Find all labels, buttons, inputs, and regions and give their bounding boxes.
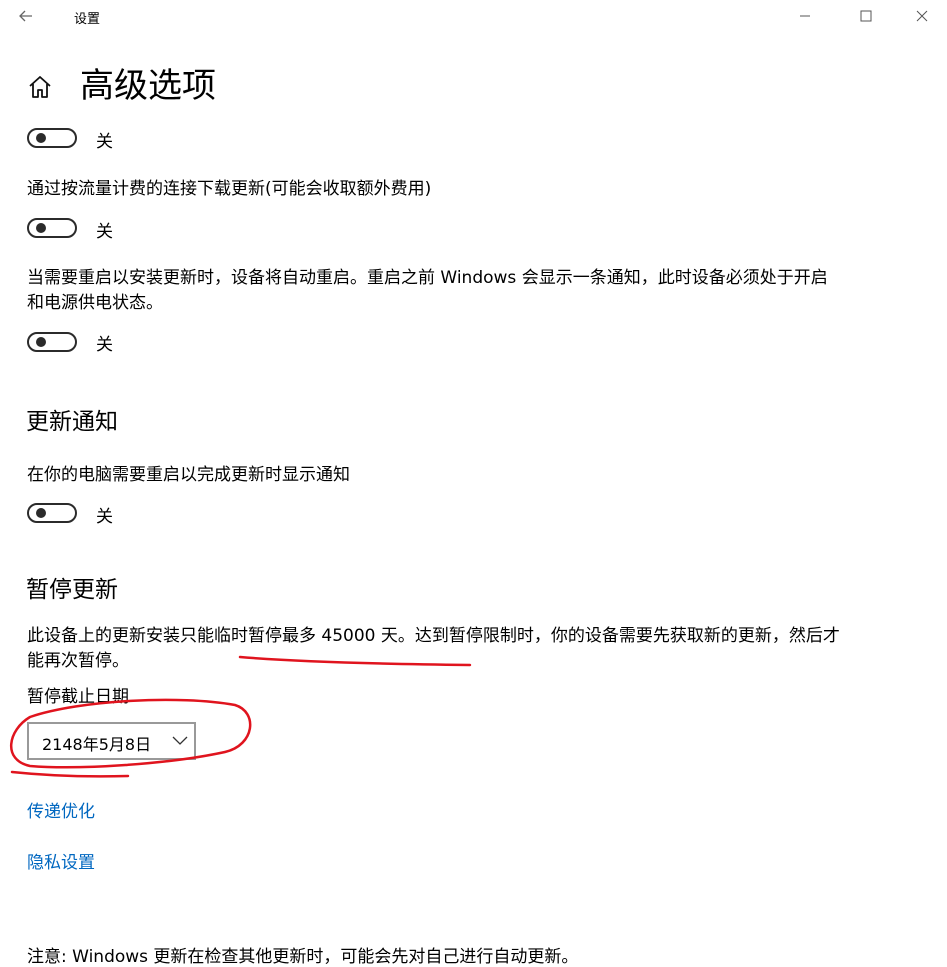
chevron-down-icon xyxy=(172,736,188,745)
pause-updates-description-line2: 能再次暂停。 xyxy=(27,651,129,671)
maximize-button[interactable] xyxy=(851,4,881,28)
toggle-state-label: 关 xyxy=(96,335,113,355)
pause-updates-heading: 暂停更新 xyxy=(26,577,118,603)
toggle-state-label: 关 xyxy=(96,132,113,152)
update-notifications-heading: 更新通知 xyxy=(26,409,118,435)
restart-notification-label: 在你的电脑需要重启以完成更新时显示通知 xyxy=(27,465,350,485)
auto-update-note: 注意: Windows 更新在检查其他更新时，可能会先对自己进行自动更新。 xyxy=(27,947,579,967)
auto-restart-label-line1: 当需要重启以安装更新时，设备将自动重启。重启之前 Windows 会显示一条通知… xyxy=(27,268,828,288)
window-title: 设置 xyxy=(74,12,101,27)
maximize-icon xyxy=(860,10,872,22)
page-title: 高级选项 xyxy=(80,66,216,106)
toggle-state-label: 关 xyxy=(96,507,113,527)
pause-updates-description-line1: 此设备上的更新安装只能临时暂停最多 45000 天。达到暂停限制时，你的设备需要… xyxy=(27,626,840,646)
pause-until-label: 暂停截止日期 xyxy=(27,687,129,707)
home-icon xyxy=(29,76,51,98)
close-icon xyxy=(916,10,928,22)
pause-until-date-dropdown[interactable]: 2148年5月8日 xyxy=(27,722,196,760)
back-button[interactable] xyxy=(14,6,38,26)
toggle-knob xyxy=(36,223,46,233)
metered-connection-toggle[interactable] xyxy=(27,218,77,238)
minimize-button[interactable] xyxy=(790,4,820,28)
toggle-knob xyxy=(36,508,46,518)
minimize-icon xyxy=(800,15,810,17)
red-underline-mark xyxy=(10,770,130,778)
delivery-optimization-link[interactable]: 传递优化 xyxy=(27,797,95,822)
update-other-products-toggle[interactable] xyxy=(27,128,77,148)
auto-restart-label-line2: 和电源供电状态。 xyxy=(27,293,163,313)
title-bar: 设置 xyxy=(0,0,947,32)
restart-notification-toggle[interactable] xyxy=(27,503,77,523)
privacy-settings-link[interactable]: 隐私设置 xyxy=(27,848,95,873)
close-button[interactable] xyxy=(907,4,937,28)
back-arrow-icon xyxy=(19,10,32,22)
toggle-knob xyxy=(36,133,46,143)
toggle-knob xyxy=(36,337,46,347)
red-underline-mark xyxy=(238,655,472,667)
pause-until-date-value: 2148年5月8日 xyxy=(42,735,152,754)
metered-connection-label: 通过按流量计费的连接下载更新(可能会收取额外费用) xyxy=(27,179,432,199)
toggle-state-label: 关 xyxy=(96,222,113,242)
auto-restart-toggle[interactable] xyxy=(27,332,77,352)
home-button[interactable] xyxy=(26,73,54,101)
